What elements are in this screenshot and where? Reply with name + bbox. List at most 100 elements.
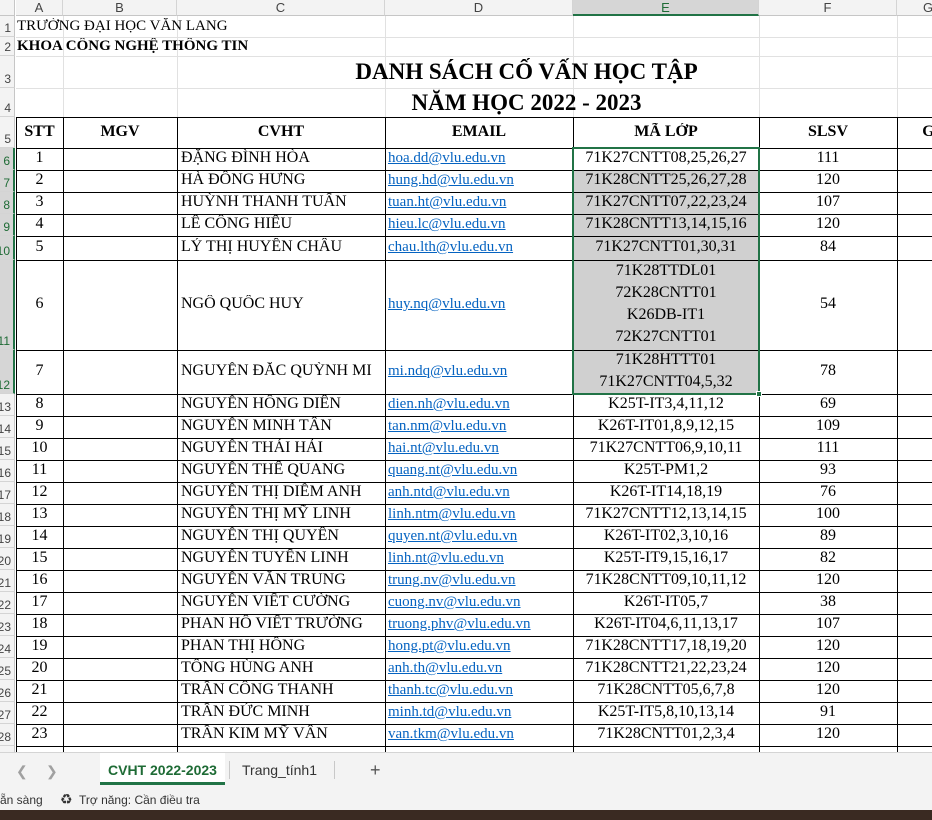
advisor-name-cell: NGUYỄN VIẾT CƯỜNG [181, 593, 351, 610]
spreadsheet-grid[interactable]: ABCDEFG123456789101112131415161718192021… [0, 0, 932, 752]
advisor-email-link[interactable]: quyen.nt@vlu.edu.vn [388, 528, 572, 545]
advisor-email-link[interactable]: hai.nt@vlu.edu.vn [388, 440, 572, 457]
advisor-email-link[interactable]: truong.phv@vlu.edu.vn [388, 616, 572, 633]
row-header-15[interactable]: 15 [0, 438, 15, 460]
row-header-18[interactable]: 18 [0, 504, 15, 526]
advisor-name-cell: NGUYỄN THỊ QUYÊN [181, 527, 339, 544]
class-code-cell: 71K28CNTT09,10,11,12 [585, 571, 747, 588]
stt-cell: 22 [31, 703, 48, 720]
column-header-d[interactable]: D [385, 0, 573, 16]
select-all-corner[interactable] [0, 0, 15, 16]
row-header-23[interactable]: 23 [0, 614, 15, 636]
advisor-email-link[interactable]: anh.ntd@vlu.edu.vn [388, 484, 572, 501]
row-header-27[interactable]: 27 [0, 702, 15, 724]
row-header-19[interactable]: 19 [0, 526, 15, 548]
row-header-22[interactable]: 22 [0, 592, 15, 614]
sheet-tab-trang-tinh1[interactable]: Trang_tính1 [234, 753, 325, 785]
row-header-14[interactable]: 14 [0, 416, 15, 438]
advisor-email-link[interactable]: hung.hd@vlu.edu.vn [388, 172, 572, 189]
row-header-11[interactable]: 11 [0, 260, 15, 350]
advisor-email-link[interactable]: thanh.tc@vlu.edu.vn [388, 682, 572, 699]
class-code-cell: 71K28CNTT25,26,27,28 [585, 171, 747, 188]
sheet-tab-bar: ❮ ❯ CVHT 2022-2023 Trang_tính1 + [0, 752, 932, 790]
column-header-g[interactable]: G [897, 0, 932, 16]
stt-cell: 7 [35, 362, 44, 379]
scroll-tabs-left-icon[interactable]: ❮ [16, 763, 28, 780]
student-count-cell: 111 [816, 439, 840, 456]
class-code-cell: 71K28CNTT01,2,3,4 [597, 725, 735, 742]
stt-cell: 19 [31, 637, 48, 654]
student-count-cell: 93 [820, 461, 836, 478]
advisor-email-link[interactable]: hieu.lc@vlu.edu.vn [388, 216, 572, 233]
student-count-cell: 84 [820, 238, 836, 255]
column-header-b[interactable]: B [63, 0, 177, 16]
row-header-8[interactable]: 8 [0, 192, 15, 214]
advisor-email-link[interactable]: dien.nh@vlu.edu.vn [388, 396, 572, 413]
student-count-cell: 91 [820, 703, 836, 720]
advisor-email-link[interactable]: quang.nt@vlu.edu.vn [388, 462, 572, 479]
row-header-28[interactable]: 28 [0, 724, 15, 746]
row-header-26[interactable]: 26 [0, 680, 15, 702]
row-header-10[interactable]: 10 [0, 236, 15, 260]
row-header-7[interactable]: 7 [0, 170, 15, 192]
row-header-6[interactable]: 6 [0, 148, 15, 170]
advisor-email-link[interactable]: linh.ntm@vlu.edu.vn [388, 506, 572, 523]
column-header-f[interactable]: F [759, 0, 897, 16]
advisor-email-link[interactable]: hong.pt@vlu.edu.vn [388, 638, 572, 655]
row-header-12[interactable]: 12 [0, 350, 15, 394]
advisor-email-link[interactable]: anh.th@vlu.edu.vn [388, 660, 572, 677]
accessibility-icon[interactable]: ♻ [60, 791, 73, 808]
accessibility-status[interactable]: Trợ năng: Cần điều tra [79, 793, 200, 807]
row-header-5[interactable]: 5 [0, 117, 15, 148]
faculty-name: KHOA CÔNG NGHỆ THÔNG TIN [17, 38, 249, 54]
advisor-email-link[interactable]: chau.lth@vlu.edu.vn [388, 239, 572, 256]
row-header-20[interactable]: 20 [0, 548, 15, 570]
advisor-email-link[interactable]: mi.ndq@vlu.edu.vn [388, 363, 572, 380]
row-header-16[interactable]: 16 [0, 460, 15, 482]
student-count-cell: 120 [816, 681, 840, 698]
gridline-row [16, 88, 932, 89]
advisor-name-cell: TRẦN KIM MỸ VÂN [181, 725, 328, 742]
column-title-cvht: CVHT [257, 123, 305, 140]
advisor-email-link[interactable]: huy.nq@vlu.edu.vn [388, 296, 572, 313]
class-code-cell: 71K27CNTT04,5,32 [599, 373, 733, 390]
advisor-email-link[interactable]: linh.nt@vlu.edu.vn [388, 550, 572, 567]
row-header-24[interactable]: 24 [0, 636, 15, 658]
advisor-email-link[interactable]: trung.nv@vlu.edu.vn [388, 572, 572, 589]
class-code-cell: K26T-IT04,6,11,13,17 [594, 615, 738, 632]
advisor-email-link[interactable]: van.tkm@vlu.edu.vn [388, 726, 572, 743]
class-code-cell: 71K27CNTT08,25,26,27 [585, 149, 747, 166]
column-header-a[interactable]: A [16, 0, 63, 16]
advisor-email-link[interactable]: hoa.dd@vlu.edu.vn [388, 150, 572, 167]
class-code-cell: K26T-IT14,18,19 [609, 483, 723, 500]
student-count-cell: 78 [820, 362, 836, 379]
add-sheet-button[interactable]: + [370, 760, 381, 781]
advisor-name-cell: TỐNG HÙNG ANH [181, 659, 314, 676]
row-header-21[interactable]: 21 [0, 570, 15, 592]
student-count-cell: 69 [820, 395, 836, 412]
student-count-cell: 107 [816, 615, 840, 632]
advisor-email-link[interactable]: tan.nm@vlu.edu.vn [388, 418, 572, 435]
scroll-tabs-right-icon[interactable]: ❯ [46, 763, 58, 780]
row-header-13[interactable]: 13 [0, 394, 15, 416]
row-header-1[interactable]: 1 [0, 16, 15, 37]
class-code-cell: 71K28CNTT05,6,7,8 [597, 681, 735, 698]
row-header-9[interactable]: 9 [0, 214, 15, 236]
class-code-cell: 71K27CNTT07,22,23,24 [585, 193, 747, 210]
column-header-e[interactable]: E [573, 0, 759, 16]
row-header-3[interactable]: 3 [0, 56, 15, 88]
advisor-email-link[interactable]: tuan.ht@vlu.edu.vn [388, 194, 572, 211]
advisor-email-link[interactable]: cuong.nv@vlu.edu.vn [388, 594, 572, 611]
column-title-stt: STT [24, 123, 55, 140]
row-header-25[interactable]: 25 [0, 658, 15, 680]
stt-cell: 9 [35, 417, 44, 434]
advisor-name-cell: ĐẶNG ĐÌNH HÒA [181, 149, 310, 166]
advisor-email-link[interactable]: minh.td@vlu.edu.vn [388, 704, 572, 721]
advisor-name-cell: NGUYỄN THỊ MỸ LINH [181, 505, 351, 522]
row-header-2[interactable]: 2 [0, 37, 15, 56]
column-header-c[interactable]: C [177, 0, 385, 16]
row-header-17[interactable]: 17 [0, 482, 15, 504]
column-title-ma-lop: MÃ LỚP [634, 123, 698, 140]
sheet-tab-cvht-2022-2023[interactable]: CVHT 2022-2023 [100, 753, 225, 785]
row-header-4[interactable]: 4 [0, 88, 15, 117]
